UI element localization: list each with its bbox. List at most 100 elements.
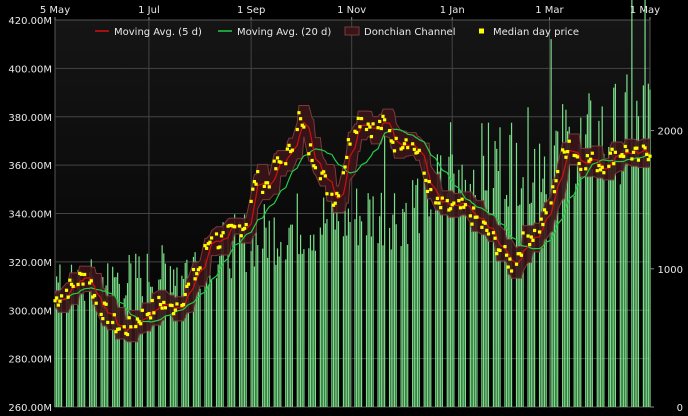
median-price-point — [323, 174, 327, 178]
volume-bar — [360, 221, 363, 407]
median-price-point — [341, 171, 346, 175]
median-price-point — [562, 150, 566, 154]
median-price-point — [434, 201, 438, 205]
volume-bar — [576, 163, 579, 407]
median-price-point — [493, 236, 497, 240]
volume-bar — [412, 180, 414, 407]
median-price-point — [279, 160, 283, 164]
volume-bar — [393, 193, 396, 407]
volume-bar — [543, 156, 546, 407]
volume-bar — [326, 218, 328, 407]
median-price-point — [356, 116, 360, 120]
volume-bar — [463, 212, 465, 407]
volume-bar — [487, 122, 490, 408]
median-price-point — [607, 164, 611, 168]
median-price-point — [333, 201, 337, 205]
median-price-point — [437, 201, 441, 205]
volume-bar — [126, 283, 129, 407]
volume-bar — [164, 263, 167, 407]
median-price-point — [158, 302, 163, 307]
volume-bar — [288, 227, 290, 407]
volume-bar — [324, 223, 326, 407]
median-price-point — [310, 158, 314, 163]
y-tick-label: 300.00M — [8, 306, 52, 317]
median-price-point — [602, 171, 606, 175]
volume-bar — [280, 241, 282, 407]
volume-bar — [611, 153, 613, 407]
median-price-point — [55, 296, 59, 300]
chart-canvas: 420.00M 400.00M 380.00M 360.00M 340.00M 320.0… — [0, 0, 688, 416]
median-price-point — [506, 265, 510, 269]
median-price-point — [127, 316, 131, 320]
median-price-point — [139, 322, 143, 326]
volume-bar — [80, 294, 82, 407]
median-price-point — [322, 170, 326, 174]
median-price-point — [242, 226, 247, 230]
median-price-point — [551, 185, 555, 189]
volume-bar — [425, 170, 427, 407]
median-price-point — [81, 282, 85, 286]
volume-bar — [253, 266, 256, 407]
median-price-point — [99, 312, 103, 317]
volume-bar — [379, 216, 381, 407]
volume-bar — [268, 220, 270, 407]
median-price-point — [406, 146, 410, 150]
median-price-point — [411, 142, 415, 146]
price-chart: 420.00M 400.00M 380.00M 360.00M 340.00M 320.0… — [0, 0, 688, 416]
volume-bar — [388, 227, 391, 407]
median-price-point — [295, 127, 299, 132]
median-price-point — [565, 150, 570, 154]
volume-bar — [84, 300, 86, 407]
median-price-point — [514, 262, 519, 266]
median-price-point — [369, 135, 374, 139]
median-price-point — [533, 228, 537, 233]
median-price-point — [290, 148, 294, 152]
volume-tick-label: 0 — [677, 403, 683, 414]
median-price-point — [556, 169, 560, 174]
median-price-point — [244, 222, 248, 227]
median-price-point — [475, 215, 479, 219]
median-price-point — [589, 157, 593, 161]
volume-bar — [313, 234, 315, 407]
median-price-point — [193, 277, 197, 281]
median-price-point — [577, 161, 581, 166]
median-price-point — [463, 203, 468, 207]
volume-bar — [384, 135, 386, 407]
volume-bar — [215, 278, 218, 407]
median-price-point — [355, 130, 359, 135]
volume-bar — [347, 208, 349, 407]
volume-bar — [136, 278, 139, 407]
volume-bar — [496, 148, 498, 407]
volume-bar — [112, 266, 114, 407]
median-price-point — [111, 320, 115, 325]
median-price-point — [623, 144, 627, 149]
volume-bar — [590, 100, 592, 407]
median-price-point — [336, 194, 341, 198]
median-price-point — [381, 114, 385, 118]
volume-bar — [647, 83, 649, 407]
x-tick-label: 1 Nov — [337, 5, 366, 16]
volume-bar — [367, 193, 369, 407]
median-price-point — [648, 154, 652, 158]
median-price-point — [622, 154, 626, 159]
volume-bar — [634, 141, 636, 408]
y-tick-label: 260.00M — [8, 403, 52, 414]
median-price-point — [468, 214, 472, 218]
volume-bar — [267, 257, 269, 407]
volume-bar — [250, 251, 252, 407]
volume-bar — [619, 184, 621, 407]
median-price-point — [284, 162, 288, 166]
median-price-point — [498, 248, 502, 253]
median-price-point — [218, 245, 222, 249]
volume-bar — [240, 226, 242, 407]
median-price-point — [422, 171, 426, 175]
median-price-point — [371, 122, 375, 126]
volume-bar — [538, 143, 541, 407]
median-price-point — [368, 125, 372, 129]
volume-bar — [377, 243, 379, 407]
volume-bar — [591, 169, 593, 407]
median-price-point — [58, 299, 62, 303]
median-price-point — [528, 243, 532, 247]
volume-bar — [242, 237, 244, 407]
median-price-point — [376, 126, 380, 130]
